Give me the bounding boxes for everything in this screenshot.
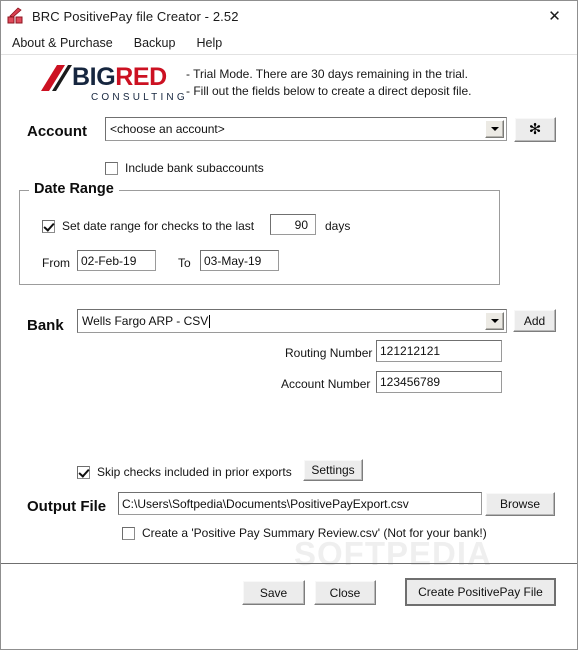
from-date-input[interactable]: 02-Feb-19 [77,250,156,271]
create-positivepay-file-button[interactable]: Create PositivePay File [405,578,556,606]
date-range-title: Date Range [29,181,119,197]
bank-select-value: Wells Fargo ARP - CSV [82,314,209,328]
menu-item-backup[interactable]: Backup [130,34,185,52]
from-label: From [42,256,70,270]
trial-notice: - Trial Mode. There are 30 days remainin… [186,66,471,100]
close-icon[interactable]: ✕ [532,1,577,31]
logo-word-red: RED [115,63,167,91]
account-select[interactable]: <choose an account> [105,117,507,141]
days-input[interactable]: 90 [270,214,316,235]
save-button[interactable]: Save [242,580,305,605]
account-label: Account [27,123,87,140]
to-label: To [178,256,191,270]
settings-button[interactable]: Settings [303,459,363,481]
summary-review-checkbox[interactable] [122,526,135,540]
logo-wordmark: BIGRED [72,63,167,91]
include-subaccounts-row[interactable]: Include bank subaccounts [105,161,264,175]
set-date-range-row[interactable]: Set date range for checks to the last [42,219,254,233]
skip-checks-row[interactable]: Skip checks included in prior exports [77,465,292,479]
title-bar: BRC PositivePay file Creator - 2.52 ✕ [1,1,577,31]
skip-checks-checkbox[interactable] [77,465,90,479]
summary-review-row[interactable]: Create a 'Positive Pay Summary Review.cs… [122,526,487,540]
days-suffix-label: days [325,219,351,233]
logo-slash-icon [39,65,73,91]
client-area: BIGRED CONSULTING - Trial Mode. There ar… [1,55,577,649]
chevron-down-icon[interactable] [485,312,504,330]
set-date-range-label: Set date range for checks to the last [62,219,255,233]
softpedia-watermark: SOFTPEDIA [294,535,492,572]
add-bank-button[interactable]: Add [513,309,556,332]
chevron-down-icon[interactable] [485,120,504,138]
to-date-value: 03-May-19 [204,253,262,268]
menu-item-about-purchase[interactable]: About & Purchase [8,34,122,52]
bigred-consulting-logo: BIGRED CONSULTING [39,63,189,111]
summary-review-label: Create a 'Positive Pay Summary Review.cs… [142,526,487,540]
menu-bar: About & Purchase Backup Help [1,31,577,55]
create-positivepay-file-label: Create PositivePay File [418,585,543,599]
account-number-input[interactable]: 123456789 [376,371,502,393]
brc-app-icon [7,7,25,25]
close-label: Close [329,585,361,600]
account-select-value: <choose an account> [110,122,225,136]
account-number-label: Account Number [281,377,371,391]
date-range-group: Date Range Set date range for checks to … [19,181,500,285]
footer-divider [1,563,577,564]
output-file-input[interactable]: C:\Users\Softpedia\Documents\PositivePay… [118,492,482,515]
browse-label: Browse [499,497,540,511]
trial-notice-line-2: - Fill out the fields below to create a … [186,84,472,98]
settings-label: Settings [311,463,355,477]
days-input-value: 90 [294,217,308,232]
routing-number-value: 121212121 [380,344,441,358]
skip-checks-label: Skip checks included in prior exports [97,465,292,479]
asterisk-icon: ✻ [528,121,542,138]
logo-tagline: CONSULTING [91,92,188,103]
routing-number-input[interactable]: 121212121 [376,340,502,362]
output-file-value: C:\Users\Softpedia\Documents\PositivePay… [122,496,409,511]
application-window: BRC PositivePay file Creator - 2.52 ✕ Ab… [0,0,578,650]
include-subaccounts-checkbox[interactable] [105,161,118,175]
output-file-label: Output File [27,498,107,515]
text-cursor [209,314,211,328]
routing-number-label: Routing Number [285,346,373,360]
trial-notice-line-1: - Trial Mode. There are 30 days remainin… [186,67,468,81]
logo-word-big: BIG [72,63,116,91]
bank-label: Bank [27,317,64,334]
menu-item-help[interactable]: Help [192,34,231,52]
save-label: Save [259,585,288,600]
refresh-accounts-button[interactable]: ✻ [514,117,556,142]
window-title: BRC PositivePay file Creator - 2.52 [32,8,239,24]
close-button[interactable]: Close [314,580,376,605]
add-bank-label: Add [523,313,546,328]
browse-button[interactable]: Browse [485,492,555,516]
bank-select[interactable]: Wells Fargo ARP - CSV [77,309,507,333]
include-subaccounts-label: Include bank subaccounts [125,161,264,175]
to-date-input[interactable]: 03-May-19 [200,250,279,271]
set-date-range-checkbox[interactable] [42,219,55,233]
account-number-value: 123456789 [380,375,441,389]
account-row: Account <choose an account> ✻ [1,117,577,149]
header-banner: BIGRED CONSULTING - Trial Mode. There ar… [1,55,577,117]
from-date-value: 02-Feb-19 [81,253,137,268]
